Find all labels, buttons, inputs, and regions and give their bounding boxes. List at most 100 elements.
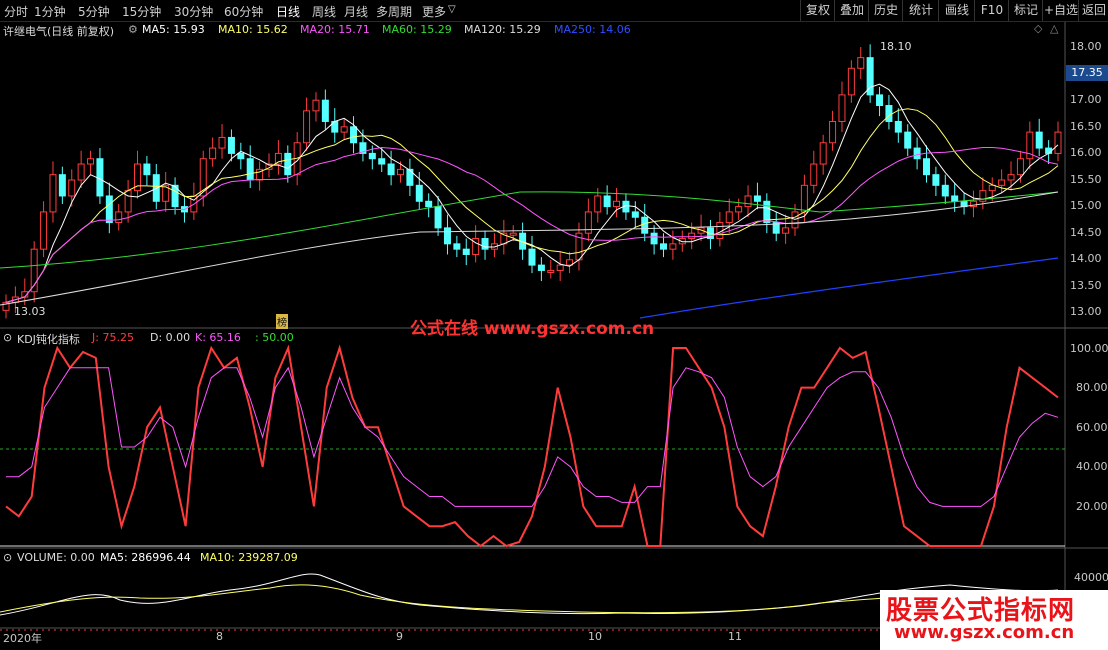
candle-body	[209, 147, 217, 160]
y-tick: 13.00	[1070, 305, 1102, 318]
ma10-label: MA10: 15.62	[218, 23, 288, 36]
candle-body	[904, 131, 912, 149]
kdj-y-tick: 80.00	[1076, 381, 1108, 394]
candle-body	[227, 136, 235, 154]
kdj-expand-icon[interactable]: ⊙	[3, 331, 12, 344]
candle-body	[1016, 158, 1024, 176]
ma250-line	[639, 257, 1059, 319]
low-price-label: 13.03	[14, 305, 46, 318]
volume-ma10-label: MA10: 239287.09	[200, 551, 298, 564]
month-label: 9	[396, 630, 403, 643]
candle-body	[744, 195, 752, 208]
kdj-y-tick: 40.00	[1076, 460, 1108, 473]
watermark-text: 公式在线 www.gszx.com.cn	[410, 319, 655, 339]
high-price-label: 18.10	[880, 40, 912, 53]
ma5-label: MA5: 15.93	[142, 23, 205, 36]
candle-body	[537, 264, 545, 271]
candle-body	[556, 264, 564, 271]
candle-body	[397, 168, 404, 176]
candle-body	[885, 105, 893, 122]
y-tick: 14.00	[1070, 252, 1102, 265]
kdj-d-label: D: 0.00	[150, 331, 191, 344]
up-arrow-icon[interactable]: △	[1050, 22, 1058, 35]
candle-body	[838, 94, 846, 122]
volume-expand-icon[interactable]: ⊙	[3, 551, 12, 564]
candle-body	[857, 57, 865, 69]
y-tick: 15.00	[1070, 199, 1102, 212]
candle-body	[350, 126, 358, 144]
diamond-icon[interactable]: ◇	[1034, 22, 1042, 35]
candle-body	[218, 136, 226, 149]
kdj-title: KDJ钝化指标	[17, 333, 80, 346]
rank-badge[interactable]: 榜	[276, 314, 288, 329]
candle-body	[669, 243, 677, 250]
volume-ma5-label: MA5: 286996.44	[100, 551, 191, 564]
ma60-label: MA60: 15.29	[382, 23, 452, 36]
kdj-extra-label: : 50.00	[255, 331, 294, 344]
candle-body	[415, 184, 423, 202]
candle-body	[988, 184, 996, 192]
kdj-j-line	[5, 344, 1059, 548]
candle-body	[923, 158, 930, 176]
month-label: 11	[728, 630, 742, 643]
candle-body	[378, 158, 386, 165]
candle-body	[58, 174, 66, 197]
candle-body	[40, 211, 48, 250]
ma250-label: MA250: 14.06	[554, 23, 631, 36]
candle-body	[96, 158, 104, 197]
ma120-label: MA120: 15.29	[464, 23, 541, 36]
candle-body	[603, 195, 611, 208]
candle-body	[237, 152, 245, 160]
settings-icon[interactable]: ⚙	[128, 23, 138, 36]
y-tick: 13.50	[1070, 279, 1102, 292]
watermark-url: www.gszx.com.cn	[894, 622, 1075, 643]
stock-title: 许继电气(日线 前复权)	[3, 25, 115, 38]
candle-body	[509, 232, 517, 236]
candle-body	[462, 248, 470, 255]
candle-body	[77, 163, 85, 181]
candle-body	[735, 206, 743, 213]
candle-body	[594, 195, 602, 213]
candle-body	[68, 179, 76, 197]
candle-body	[753, 195, 761, 202]
candle-body	[321, 99, 329, 122]
kdj-j-label: J: 75.25	[92, 331, 134, 344]
candle-body	[932, 174, 940, 186]
candle-body	[1035, 131, 1043, 149]
candle-body	[143, 163, 151, 176]
candle-body	[819, 142, 827, 165]
candle-body	[660, 243, 667, 250]
candle-body	[87, 158, 95, 165]
candle-body	[303, 110, 311, 144]
candle-body	[105, 195, 113, 224]
candle-body	[453, 243, 461, 250]
y-tick: 18.00	[1070, 40, 1102, 53]
candle-body	[800, 184, 808, 213]
y-tick: 16.00	[1070, 146, 1102, 159]
candle-body	[284, 152, 292, 176]
candle-body	[782, 227, 790, 234]
candle-body	[481, 238, 489, 250]
candle-body	[688, 232, 696, 240]
y-tick: 16.50	[1070, 120, 1102, 133]
candle-body	[124, 190, 132, 213]
candle-body	[1054, 131, 1062, 154]
current-price-tag: 17.35	[1066, 65, 1108, 81]
watermark-logo: 股票公式指标网 www.gszx.com.cn	[880, 590, 1108, 650]
volume-title: VOLUME: 0.00	[17, 551, 95, 564]
candle-body	[829, 120, 837, 144]
candle-body	[847, 67, 855, 96]
candle-body	[340, 126, 348, 133]
year-label: 2020年	[3, 632, 42, 645]
kdj-y-tick: 60.00	[1076, 421, 1108, 434]
y-tick: 17.00	[1070, 93, 1102, 106]
candle-body	[998, 179, 1006, 186]
candle-body	[434, 206, 442, 229]
candle-body	[613, 200, 621, 208]
ma10-line	[5, 108, 1059, 303]
candle-body	[1007, 174, 1015, 181]
candle-body	[547, 269, 555, 273]
kdj-y-tick: 100.00	[1070, 342, 1108, 355]
month-label: 10	[588, 630, 602, 643]
candle-body	[876, 94, 884, 107]
